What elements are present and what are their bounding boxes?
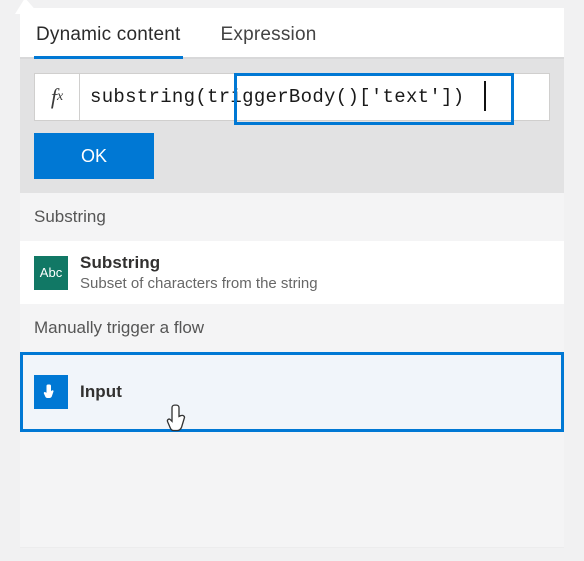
item-input[interactable]: Input bbox=[20, 352, 564, 432]
item-input-title: Input bbox=[80, 382, 122, 402]
touch-icon bbox=[34, 375, 68, 409]
group-substring: Substring bbox=[20, 193, 564, 241]
callout-beak bbox=[15, 0, 39, 14]
dynamic-content-panel: Dynamic content Expression fx OK Substri… bbox=[20, 8, 564, 548]
tab-dynamic-content[interactable]: Dynamic content bbox=[34, 20, 183, 59]
item-substring-desc: Subset of characters from the string bbox=[80, 275, 318, 292]
ok-button[interactable]: OK bbox=[34, 133, 154, 179]
expression-input-box[interactable]: fx bbox=[34, 73, 550, 121]
expression-builder: fx OK bbox=[20, 59, 564, 193]
abc-icon: Abc bbox=[34, 256, 68, 290]
fx-icon: fx bbox=[35, 74, 80, 120]
group-manual-trigger: Manually trigger a flow bbox=[20, 304, 564, 352]
item-substring-title: Substring bbox=[80, 253, 318, 273]
picker-tabs: Dynamic content Expression bbox=[20, 8, 564, 59]
item-substring[interactable]: Abc Substring Subset of characters from … bbox=[20, 241, 564, 304]
expression-input[interactable] bbox=[80, 74, 549, 120]
tab-expression[interactable]: Expression bbox=[219, 20, 319, 57]
